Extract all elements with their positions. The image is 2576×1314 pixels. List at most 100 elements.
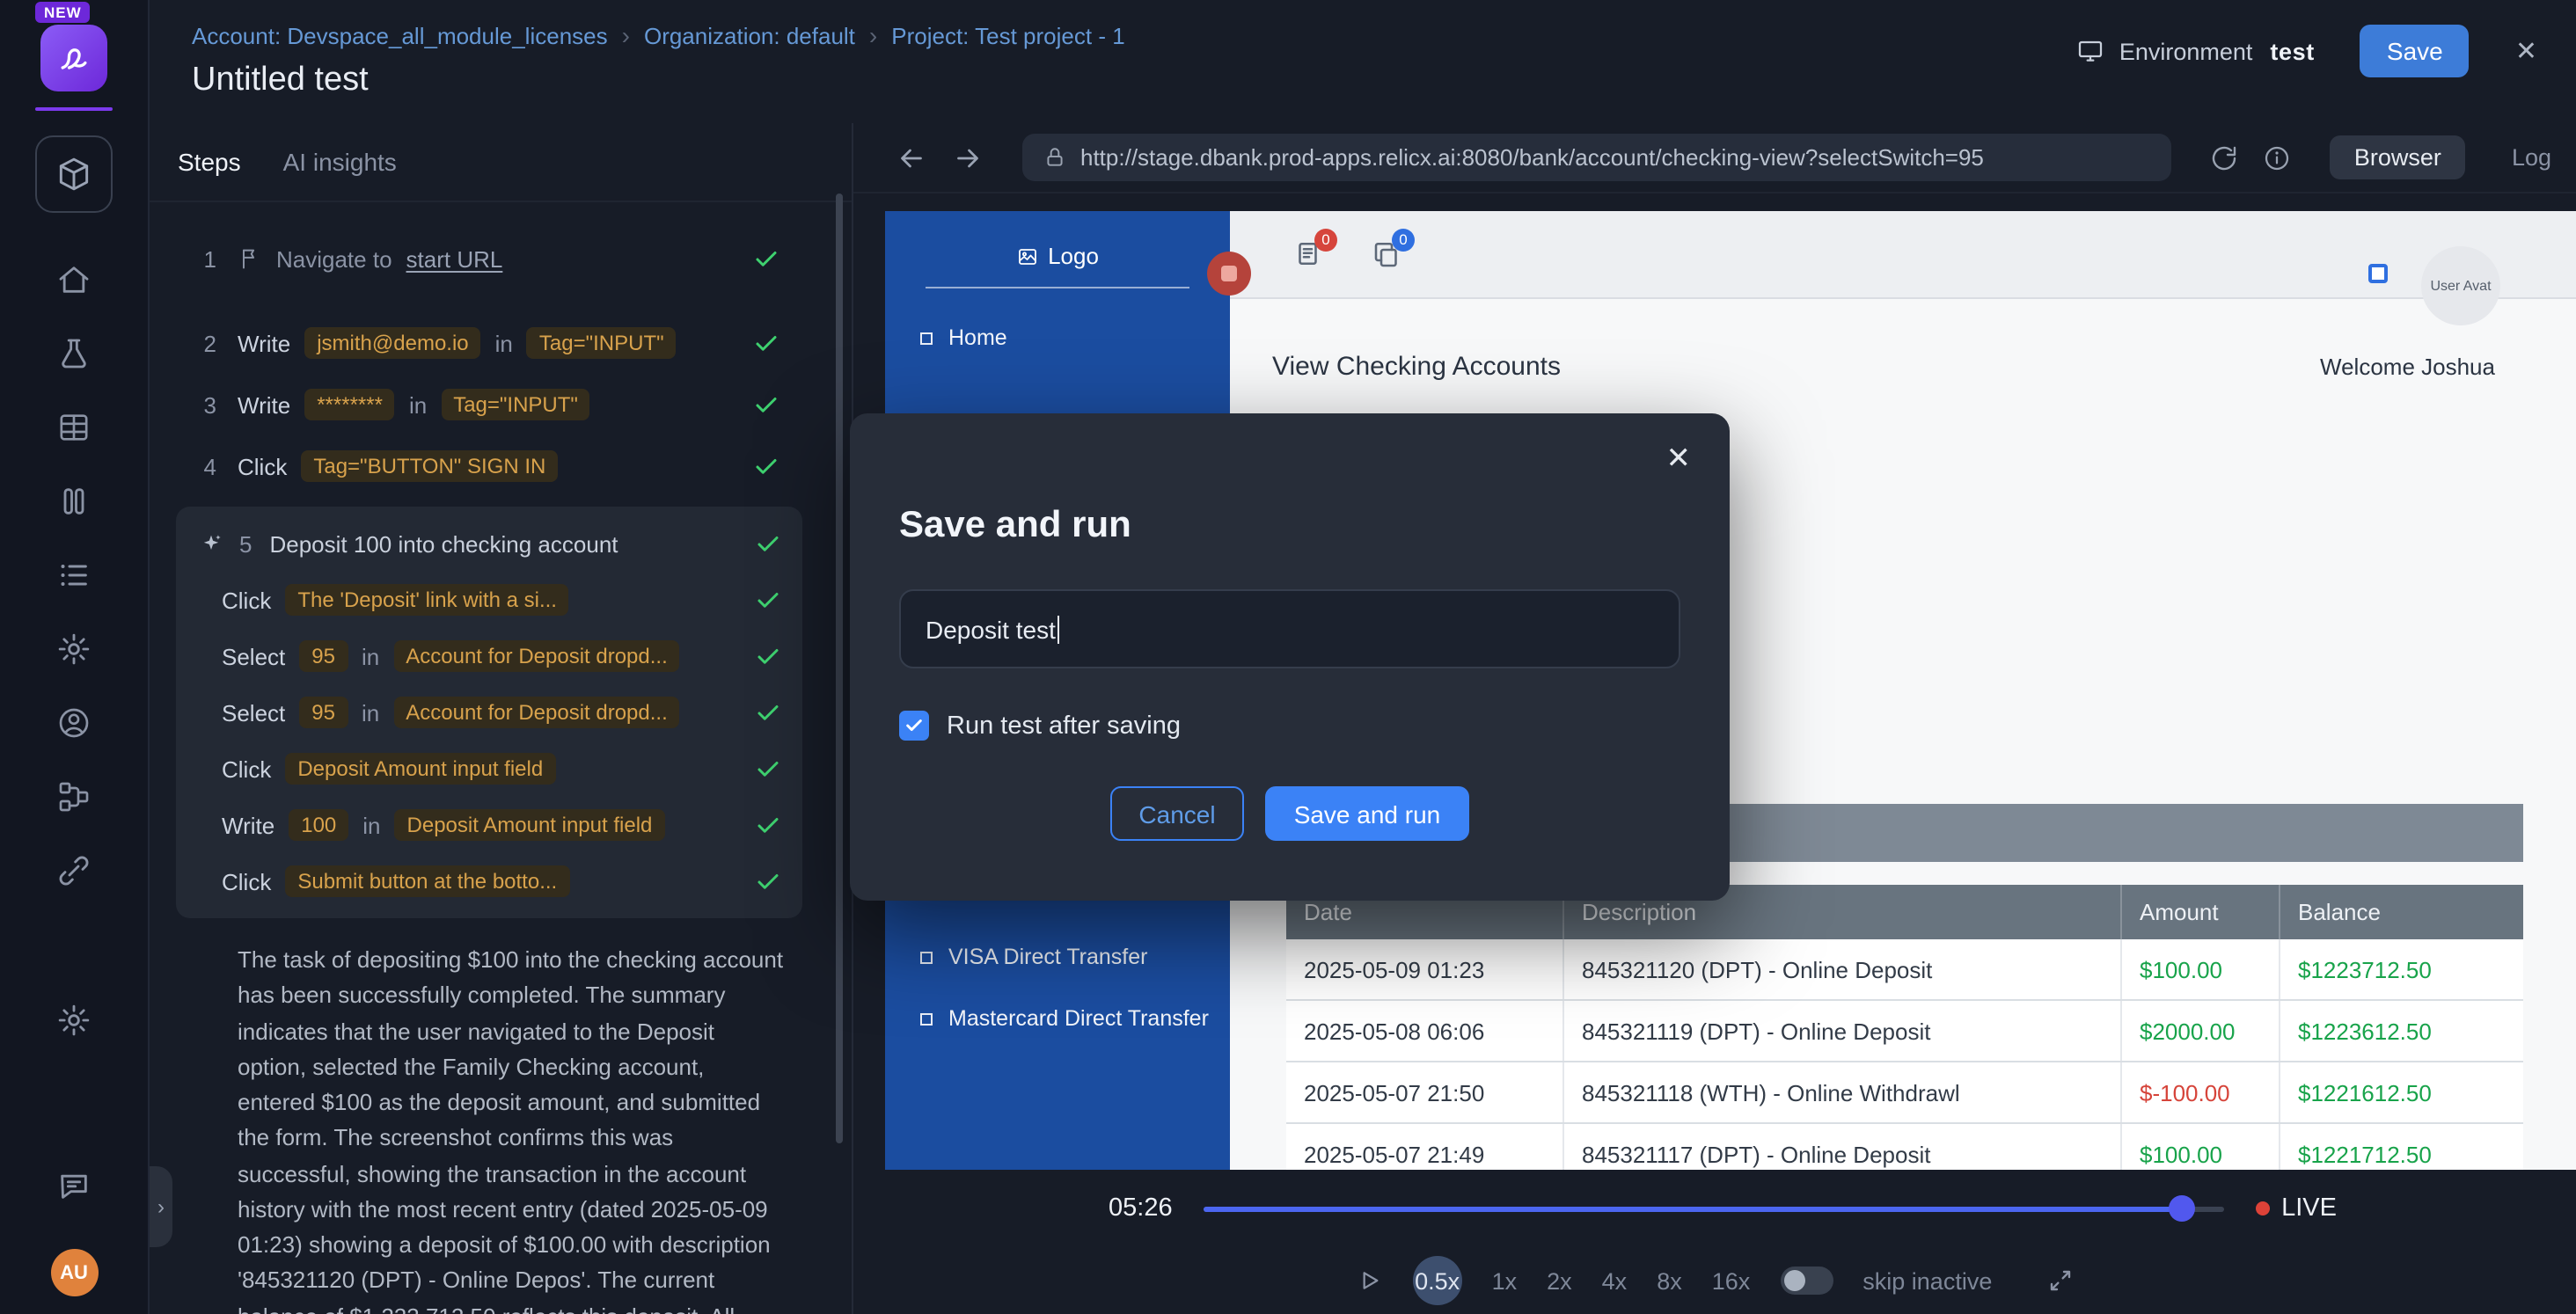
- breadcrumb-link[interactable]: Organization: default: [644, 22, 855, 48]
- speed-16x[interactable]: 16x: [1712, 1267, 1751, 1294]
- user-circle-icon[interactable]: [56, 705, 91, 741]
- close-icon[interactable]: ✕: [2515, 35, 2537, 67]
- breadcrumb-link[interactable]: Project: Test project - 1: [891, 22, 1124, 48]
- rail-nav: [56, 262, 91, 888]
- step-row[interactable]: Select95inAccount for Deposit dropd...: [199, 693, 781, 732]
- workflow-icon[interactable]: [56, 779, 91, 814]
- list-icon[interactable]: [56, 558, 91, 593]
- run-after-save-row[interactable]: Run test after saving: [899, 711, 1181, 741]
- chat-icon[interactable]: [56, 1168, 91, 1203]
- expand-icon[interactable]: [2046, 1267, 2075, 1295]
- step-content: Navigate tostart URL: [276, 245, 502, 272]
- step-target-tag[interactable]: 95: [299, 697, 348, 728]
- table-icon[interactable]: [56, 410, 91, 445]
- breadcrumb: Account: Devspace_all_module_licenses›Or…: [192, 21, 1125, 49]
- step-target-tag[interactable]: Deposit Amount input field: [395, 809, 665, 841]
- bank-logo[interactable]: Logo: [885, 243, 1230, 269]
- settings-gear-icon[interactable]: [56, 1003, 91, 1038]
- play-icon[interactable]: [1355, 1267, 1383, 1295]
- step-row[interactable]: ClickDeposit Amount input field: [199, 749, 781, 788]
- environment-selector[interactable]: Environment test: [2077, 37, 2315, 65]
- run-after-save-checkbox[interactable]: [899, 711, 929, 741]
- gear-icon[interactable]: [56, 631, 91, 667]
- step-row[interactable]: 2Writejsmith@demo.ioinTag="INPUT": [150, 322, 852, 364]
- step-target-tag[interactable]: Submit button at the botto...: [285, 865, 569, 897]
- step-target-tag[interactable]: Tag="INPUT": [527, 327, 677, 359]
- test-name-input[interactable]: Deposit test: [899, 589, 1680, 668]
- copy-notification-icon[interactable]: 0: [1371, 238, 1402, 270]
- user-avatar[interactable]: AU: [50, 1249, 98, 1296]
- speed-0.5x[interactable]: 0.5x: [1413, 1256, 1462, 1305]
- speed-1x[interactable]: 1x: [1492, 1267, 1518, 1294]
- step-target-tag[interactable]: Account for Deposit dropd...: [393, 697, 680, 728]
- step-row[interactable]: ClickThe 'Deposit' link with a si...: [199, 580, 781, 619]
- speed-controls: 0.5x 1x 2x 4x 8x 16x: [1413, 1256, 1751, 1305]
- step-text: in: [409, 391, 427, 418]
- timeline-track[interactable]: [1204, 1206, 2224, 1211]
- dialog-close-icon[interactable]: ✕: [1666, 442, 1692, 477]
- bank-user-avatar[interactable]: User Avat: [2421, 246, 2500, 325]
- save-button[interactable]: Save: [2360, 25, 2470, 77]
- logo-mark-icon: [55, 39, 93, 77]
- speed-2x[interactable]: 2x: [1547, 1267, 1572, 1294]
- step-row[interactable]: ClickSubmit button at the botto...: [199, 862, 781, 901]
- breadcrumb-link[interactable]: Account: Devspace_all_module_licenses: [192, 22, 608, 48]
- skip-inactive-toggle[interactable]: [1780, 1267, 1833, 1295]
- step-content: Write********inTag="INPUT": [238, 389, 590, 420]
- check-icon: [741, 812, 781, 838]
- cell-description: 845321117 (DPT) - Online Deposit: [1562, 1124, 2120, 1170]
- bank-nav-mastercard-transfer[interactable]: Mastercard Direct Transfer: [885, 997, 1230, 1040]
- app-logo[interactable]: [40, 25, 107, 91]
- step-target-tag[interactable]: Account for Deposit dropd...: [393, 640, 680, 672]
- bank-nav-visa-transfer[interactable]: VISA Direct Transfer: [885, 936, 1230, 978]
- table-header-cell[interactable]: Balance: [2279, 885, 2523, 939]
- step-target-tag[interactable]: Tag="BUTTON" SIGN IN: [301, 450, 558, 482]
- back-icon[interactable]: [896, 142, 927, 173]
- collapse-panel-handle[interactable]: ›: [150, 1166, 172, 1247]
- step-row[interactable]: 4ClickTag="BUTTON" SIGN IN: [150, 445, 852, 487]
- url-bar[interactable]: http://stage.dbank.prod-apps.relicx.ai:8…: [1022, 134, 2171, 181]
- step-row[interactable]: Select95inAccount for Deposit dropd...: [199, 637, 781, 675]
- columns-icon[interactable]: [56, 484, 91, 519]
- scrollbar[interactable]: [836, 193, 843, 1143]
- step-text[interactable]: start URL: [406, 245, 503, 272]
- document-notification-icon[interactable]: 0: [1293, 238, 1325, 270]
- cancel-button[interactable]: Cancel: [1110, 786, 1244, 841]
- recording-indicator[interactable]: [1207, 252, 1251, 296]
- step-target-tag[interactable]: 100: [289, 809, 348, 841]
- save-and-run-button[interactable]: Save and run: [1265, 786, 1469, 841]
- refresh-icon[interactable]: [2210, 143, 2238, 172]
- step-row[interactable]: 1Navigate tostart URL: [150, 237, 852, 280]
- tab-ai-insights[interactable]: AI insights: [283, 148, 397, 176]
- sidebar-item-active[interactable]: [35, 135, 113, 213]
- cell-description: 845321118 (WTH) - Online Withdrawl: [1562, 1062, 2120, 1122]
- step-target-tag[interactable]: ********: [304, 389, 395, 420]
- flask-icon[interactable]: [56, 336, 91, 371]
- tab-log[interactable]: Log: [2512, 144, 2551, 171]
- step-group-header[interactable]: 5 Deposit 100 into checking account: [199, 521, 781, 566]
- step-target-tag[interactable]: Deposit Amount input field: [285, 753, 555, 785]
- check-icon: [739, 245, 779, 272]
- speed-4x[interactable]: 4x: [1602, 1267, 1628, 1294]
- step-target-tag[interactable]: jsmith@demo.io: [304, 327, 480, 359]
- step-target-tag[interactable]: The 'Deposit' link with a si...: [285, 584, 569, 616]
- notification-badge: 0: [1314, 228, 1337, 251]
- timeline-handle[interactable]: [2170, 1195, 2196, 1222]
- step-target-tag[interactable]: Tag="INPUT": [441, 389, 590, 420]
- speed-8x[interactable]: 8x: [1657, 1267, 1682, 1294]
- home-icon[interactable]: [56, 262, 91, 297]
- step-target-tag[interactable]: 95: [299, 640, 348, 672]
- mini-checkbox-icon[interactable]: [2368, 264, 2388, 283]
- info-icon[interactable]: [2263, 143, 2291, 172]
- step-row[interactable]: 3Write********inTag="INPUT": [150, 383, 852, 426]
- forward-icon[interactable]: [952, 142, 984, 173]
- bank-nav-label: VISA Direct Transfer: [948, 945, 1147, 969]
- cell-date: 2025-05-07 21:49: [1286, 1124, 1562, 1170]
- tab-browser[interactable]: Browser: [2330, 135, 2466, 179]
- step-row[interactable]: Write100inDeposit Amount input field: [199, 806, 781, 844]
- check-icon: [739, 391, 779, 418]
- bank-nav-home[interactable]: Home: [885, 317, 1230, 359]
- link-icon[interactable]: [56, 853, 91, 888]
- table-header-cell[interactable]: Amount: [2120, 885, 2279, 939]
- tab-steps[interactable]: Steps: [178, 148, 241, 176]
